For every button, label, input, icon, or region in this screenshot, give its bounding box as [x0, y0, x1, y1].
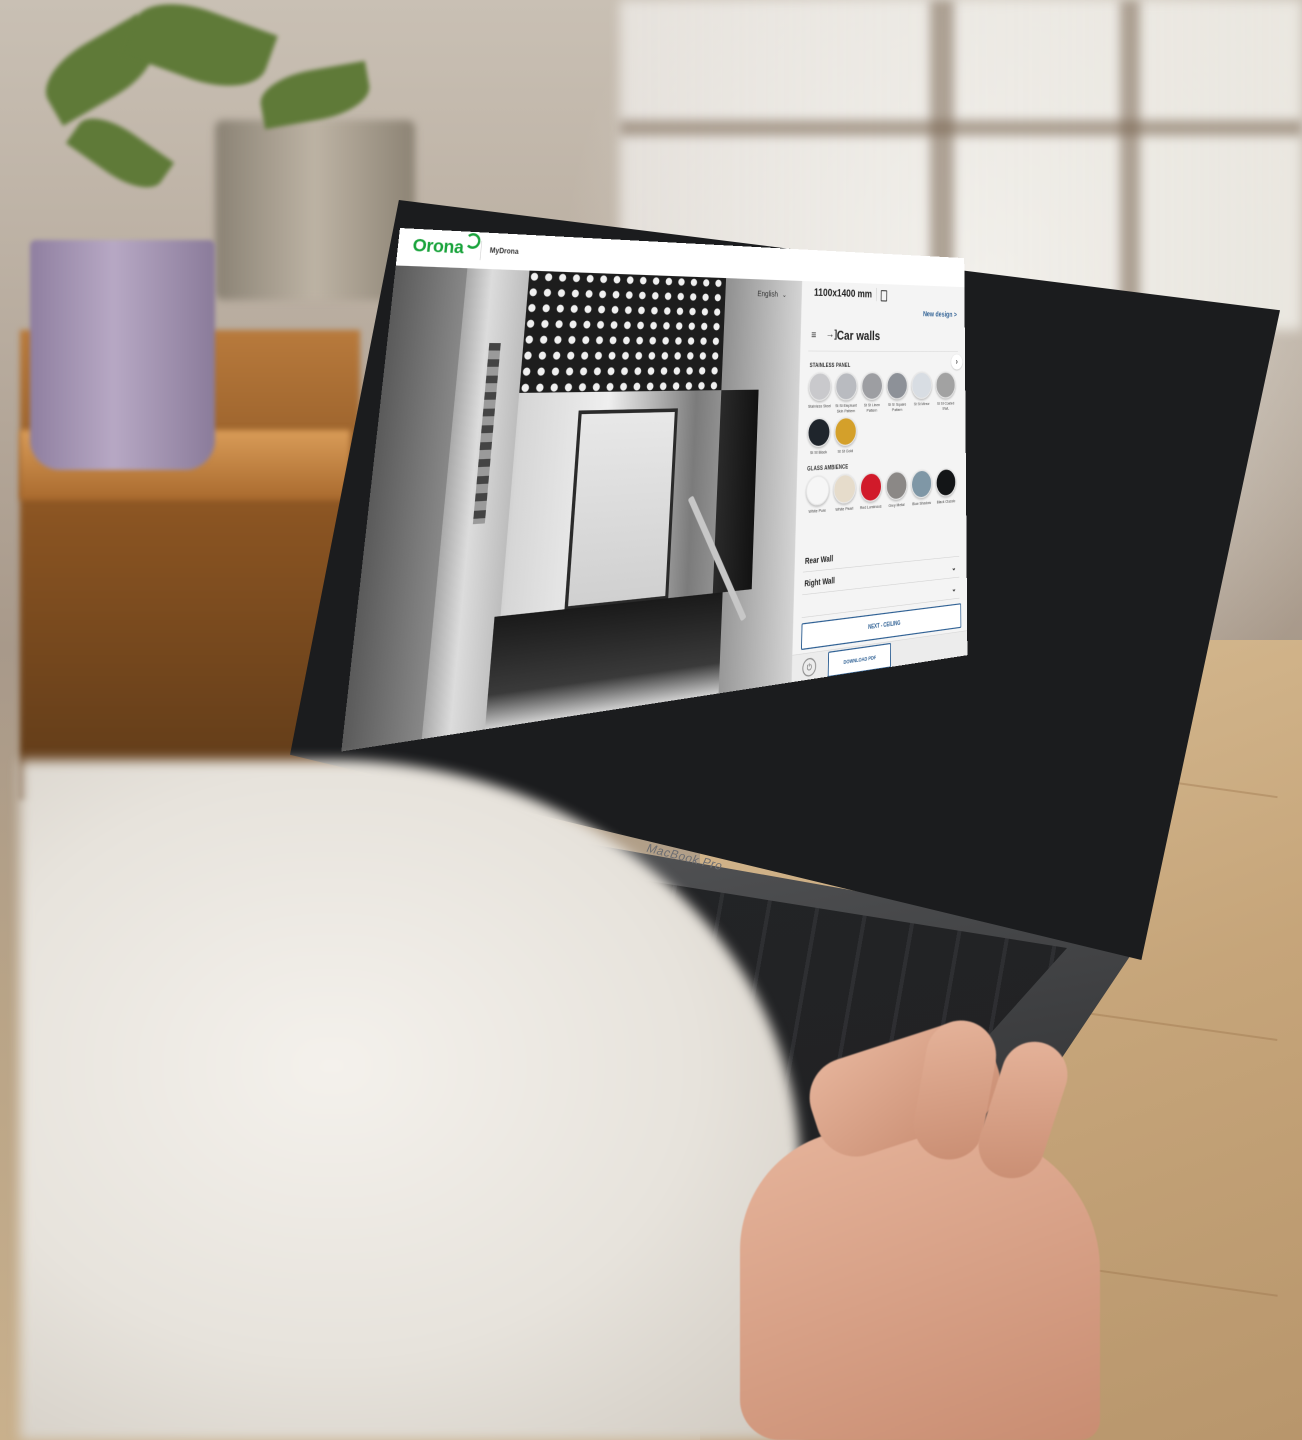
enter-icon: →]: [825, 328, 838, 341]
plant-leaf: [65, 105, 175, 201]
cabin-dimensions: 1100x1400 mm: [813, 286, 873, 301]
language-label: English: [757, 289, 779, 299]
panel-header: ≡ →] Car walls: [808, 323, 958, 352]
swatch-color: [833, 473, 857, 505]
swatch-label: Stainless Steel: [807, 403, 832, 409]
dimension-divider: [875, 287, 877, 302]
swatch-color: [805, 475, 830, 507]
chevron-down-icon: ⌄: [782, 290, 787, 299]
swatch-coated-swl[interactable]: St St Coated SWL: [935, 371, 957, 412]
swatch-stainless-steel[interactable]: Stainless Steel: [807, 372, 833, 415]
right-hand: [740, 1130, 1100, 1440]
swatch-gold[interactable]: St St Gold: [833, 416, 858, 455]
logo-ring-icon: [464, 232, 482, 250]
wall-label: Right Wall: [804, 575, 835, 589]
panel-title: Car walls: [836, 328, 881, 344]
swatch-label: St St Coated SWL: [936, 400, 955, 411]
swatch-red-luminous[interactable]: Red Luminous: [858, 472, 883, 511]
swatch-color: [935, 468, 957, 498]
swatch-color: [808, 372, 832, 402]
swatch-label: St St Gold: [837, 448, 854, 454]
lift-rear-mirror: [564, 408, 678, 611]
swatch-color: [935, 371, 956, 399]
swatch-color: [834, 416, 857, 447]
swatch-label: St St Black: [809, 449, 828, 456]
swatch-color: [859, 472, 882, 503]
plant-leaf: [256, 60, 374, 130]
new-design-link[interactable]: New design >: [923, 310, 957, 319]
swatch-elephant-skin[interactable]: St St Elephant Skin Pattern: [834, 372, 859, 414]
window-frame: [620, 120, 1302, 136]
plant-leaf: [122, 0, 278, 102]
swatch-blue-shadow[interactable]: Blue Shadow: [910, 469, 933, 507]
options-panel: 1100x1400 mm New design > ≡ →] Car walls…: [791, 280, 968, 683]
section-heading-glass: GLASS AMBIENCE: [807, 464, 849, 473]
swatch-color: [835, 372, 858, 401]
swatch-white-pearl[interactable]: White Pearl: [832, 473, 858, 513]
stainless-swatches: Stainless Steel St St Elephant Skin Patt…: [806, 371, 962, 456]
chevron-down-icon: ⌄: [951, 583, 957, 594]
swatch-square[interactable]: St St Square Pattern: [885, 371, 908, 413]
swatch-label: Red Luminous: [859, 503, 882, 511]
section-label[interactable]: MyDrona: [489, 246, 519, 256]
swatch-grey-metal[interactable]: Grey Metal: [885, 470, 909, 509]
menu-icon[interactable]: ≡: [811, 329, 816, 341]
swatch-label: White Pearl: [835, 505, 854, 513]
language-selector[interactable]: English ⌄: [757, 289, 787, 299]
next-arrow-icon[interactable]: ›: [951, 354, 963, 370]
swatch-label: Grey Metal: [888, 502, 905, 509]
swatch-black[interactable]: St St Black: [806, 417, 832, 456]
glass-swatches: White Pure White Pearl Red Luminous Grey…: [804, 468, 962, 515]
swatch-label: Black Classic: [936, 498, 956, 505]
swatch-color: [807, 417, 831, 448]
swatch-mirror[interactable]: St St Mirror: [910, 371, 933, 412]
lift-3d-viewport[interactable]: [341, 265, 802, 752]
wall-label: Rear Wall: [804, 553, 834, 566]
header-divider: [479, 240, 483, 261]
swatch-color: [911, 371, 932, 400]
swatch-label: St St Elephant Skin Pattern: [835, 402, 857, 414]
door-icon[interactable]: [880, 290, 888, 302]
lift-ceiling: [519, 270, 727, 393]
swatch-black-classic[interactable]: Black Classic: [935, 468, 958, 505]
swatch-color: [886, 371, 908, 400]
chevron-down-icon: ⌄: [951, 562, 957, 573]
swatch-white-pure[interactable]: White Pure: [804, 475, 830, 515]
swatch-label: White Pure: [808, 507, 827, 515]
power-icon[interactable]: ⏻: [802, 657, 817, 678]
swatch-color: [861, 372, 883, 401]
swatch-color: [911, 469, 932, 499]
swatch-color: [885, 470, 908, 501]
swatch-linen[interactable]: St St Linen Pattern: [860, 372, 884, 414]
orona-logo[interactable]: Orona: [412, 235, 465, 258]
swatch-label: St St Square Pattern: [887, 401, 907, 413]
swatch-label: St St Mirror: [913, 401, 930, 407]
section-heading-stainless: STAINLESS PANEL: [809, 362, 851, 369]
swatch-label: St St Linen Pattern: [863, 402, 880, 413]
plant-pot: [30, 240, 215, 470]
window-frame: [1120, 0, 1140, 330]
swatch-label: Blue Shadow: [912, 500, 932, 507]
